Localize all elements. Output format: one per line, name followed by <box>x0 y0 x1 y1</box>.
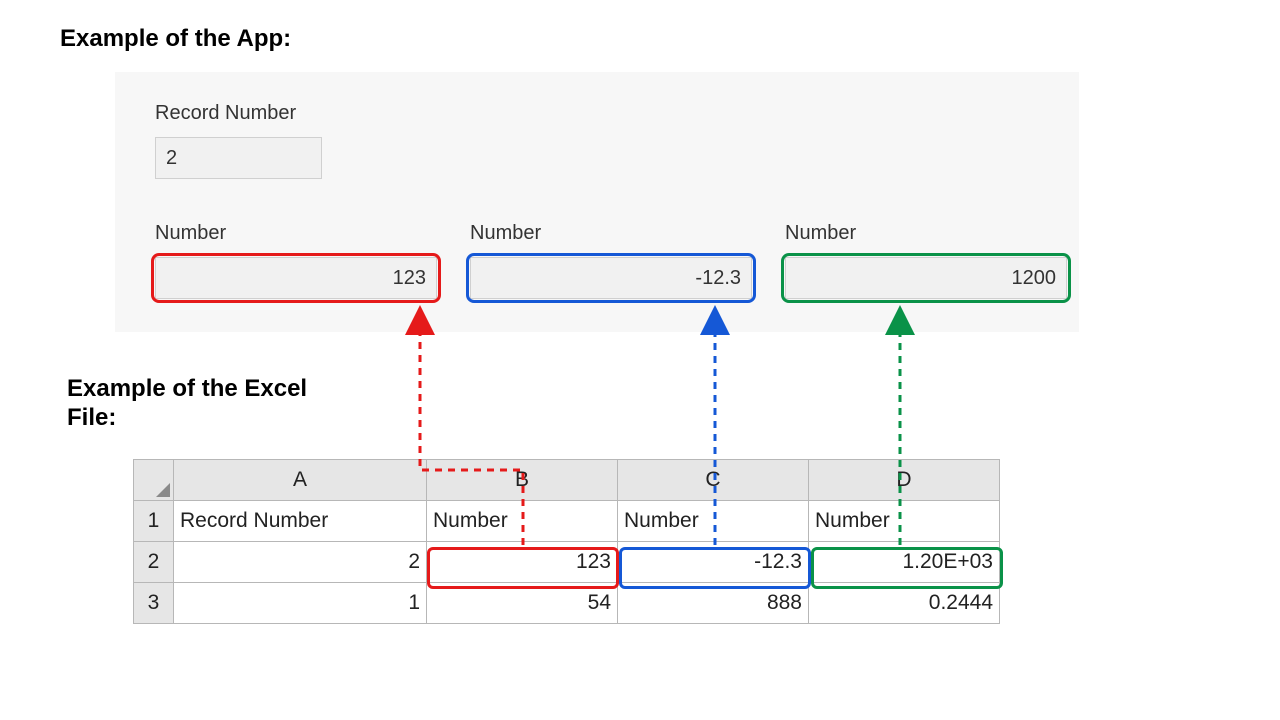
highlight-excel-red <box>427 547 619 589</box>
number-label-3: Number <box>785 222 856 245</box>
excel-col-D[interactable]: D <box>809 460 1000 501</box>
record-number-label: Record Number <box>155 102 296 125</box>
excel-cell[interactable]: Number <box>618 501 809 542</box>
highlight-excel-blue <box>619 547 811 589</box>
excel-cell[interactable]: Number <box>427 501 618 542</box>
excel-row-head[interactable]: 2 <box>134 542 174 583</box>
record-number-value: 2 <box>166 147 177 170</box>
excel-cell[interactable]: 2 <box>174 542 427 583</box>
excel-col-C[interactable]: C <box>618 460 809 501</box>
excel-col-B[interactable]: B <box>427 460 618 501</box>
number-label-1: Number <box>155 222 226 245</box>
excel-cell[interactable]: Number <box>809 501 1000 542</box>
excel-cell[interactable]: Record Number <box>174 501 427 542</box>
record-number-field[interactable]: 2 <box>155 137 322 179</box>
heading-app: Example of the App: <box>60 25 291 53</box>
highlight-excel-green <box>811 547 1003 589</box>
excel-col-A[interactable]: A <box>174 460 427 501</box>
number-label-2: Number <box>470 222 541 245</box>
excel-grid: A B C D 1 Record Number Number Number Nu… <box>133 459 1000 624</box>
excel-row-head[interactable]: 3 <box>134 583 174 624</box>
excel-row: 1 Record Number Number Number Number <box>134 501 1000 542</box>
excel-corner <box>134 460 174 501</box>
app-panel: Record Number 2 Number 123 Number -12.3 … <box>115 72 1079 332</box>
highlight-app-red <box>151 253 441 303</box>
excel-cell[interactable]: 1 <box>174 583 427 624</box>
excel-row-head[interactable]: 1 <box>134 501 174 542</box>
highlight-app-green <box>781 253 1071 303</box>
highlight-app-blue <box>466 253 756 303</box>
heading-excel: Example of the Excel File: <box>67 375 327 433</box>
